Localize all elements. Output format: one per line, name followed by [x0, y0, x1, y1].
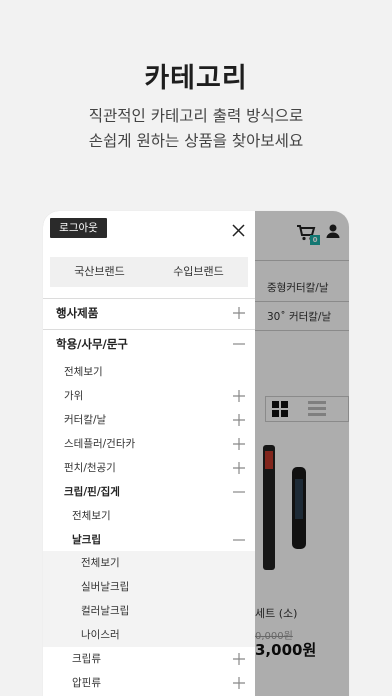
plus-icon[interactable]: [233, 653, 245, 665]
page-title: 카테고리: [144, 63, 248, 94]
divider: [43, 298, 255, 299]
menu-label: 크립류: [72, 653, 101, 665]
single-clip-nicer[interactable]: 나이스러: [43, 623, 255, 647]
logout-button[interactable]: 로그아웃: [50, 218, 107, 238]
minus-icon[interactable]: [233, 534, 245, 546]
menu-label: 크립/핀/집게: [64, 486, 120, 498]
submenu-cutter[interactable]: 커터칼/날: [43, 408, 255, 432]
plus-icon[interactable]: [233, 677, 245, 689]
menu-label: 전체보기: [81, 557, 120, 569]
plus-icon[interactable]: [233, 414, 245, 426]
single-clip-color[interactable]: 컬러날크립: [43, 599, 255, 623]
clip-submenu-single[interactable]: 날크립: [43, 528, 255, 552]
menu-label: 나이스러: [81, 629, 120, 641]
plus-icon[interactable]: [233, 462, 245, 474]
menu-label: 커터칼/날: [64, 414, 107, 426]
menu-label: 전체보기: [72, 510, 111, 522]
menu-label: 학용/사무/문구: [56, 337, 128, 351]
menu-label: 가위: [64, 390, 84, 402]
menu-event-products[interactable]: 행사제품: [43, 301, 255, 325]
close-icon[interactable]: [232, 222, 245, 237]
clip-submenu-clip-type[interactable]: 크립류: [43, 647, 255, 671]
plus-icon[interactable]: [233, 390, 245, 402]
minus-icon[interactable]: [233, 338, 245, 350]
menu-label: 컬러날크립: [81, 605, 130, 617]
subtitle-line-1: 직관적인 카테고리 출력 방식으로: [88, 107, 304, 125]
plus-icon[interactable]: [233, 438, 245, 450]
menu-label: 스테플러/건타카: [64, 438, 136, 450]
page-subtitle: 직관적인 카테고리 출력 방식으로 손쉽게 원하는 상품을 찾아보세요: [0, 104, 392, 154]
clip-submenu-push-pin[interactable]: 압핀류: [43, 671, 255, 695]
divider: [43, 329, 255, 330]
subtitle-line-2: 손쉽게 원하는 상품을 찾아보세요: [88, 132, 304, 150]
brand-tabs: 국산브랜드 수입브랜드: [50, 257, 248, 287]
submenu-clip[interactable]: 크립/핀/집게: [43, 480, 255, 504]
submenu-punch[interactable]: 펀치/천공기: [43, 456, 255, 480]
single-clip-silver[interactable]: 실버날크립: [43, 575, 255, 599]
menu-label: 펀치/천공기: [64, 462, 116, 474]
tab-domestic-brand[interactable]: 국산브랜드: [50, 257, 149, 287]
submenu-scissors[interactable]: 가위: [43, 384, 255, 408]
menu-label: 행사제품: [56, 306, 99, 320]
clip-submenu-all[interactable]: 전체보기: [43, 504, 255, 528]
menu-label: 전체보기: [64, 366, 103, 378]
menu-label: 날크립: [72, 534, 101, 546]
category-drawer: 로그아웃 국산브랜드 수입브랜드 행사제품 학용/사무/문구 전체보기 가위 커…: [43, 211, 255, 696]
menu-school-office[interactable]: 학용/사무/문구: [43, 332, 255, 356]
plus-icon[interactable]: [233, 307, 245, 319]
tab-import-brand[interactable]: 수입브랜드: [149, 257, 248, 287]
submenu-all[interactable]: 전체보기: [43, 360, 255, 384]
submenu-stapler[interactable]: 스테플러/건타카: [43, 432, 255, 456]
single-clip-all[interactable]: 전체보기: [43, 551, 255, 575]
menu-label: 실버날크립: [81, 581, 130, 593]
phone-frame: 0 중형커터칼/날 30˚ 커터칼/날 세트 (소) 0,000원 3,000원: [43, 211, 349, 696]
menu-label: 압핀류: [72, 677, 101, 689]
minus-icon[interactable]: [233, 486, 245, 498]
